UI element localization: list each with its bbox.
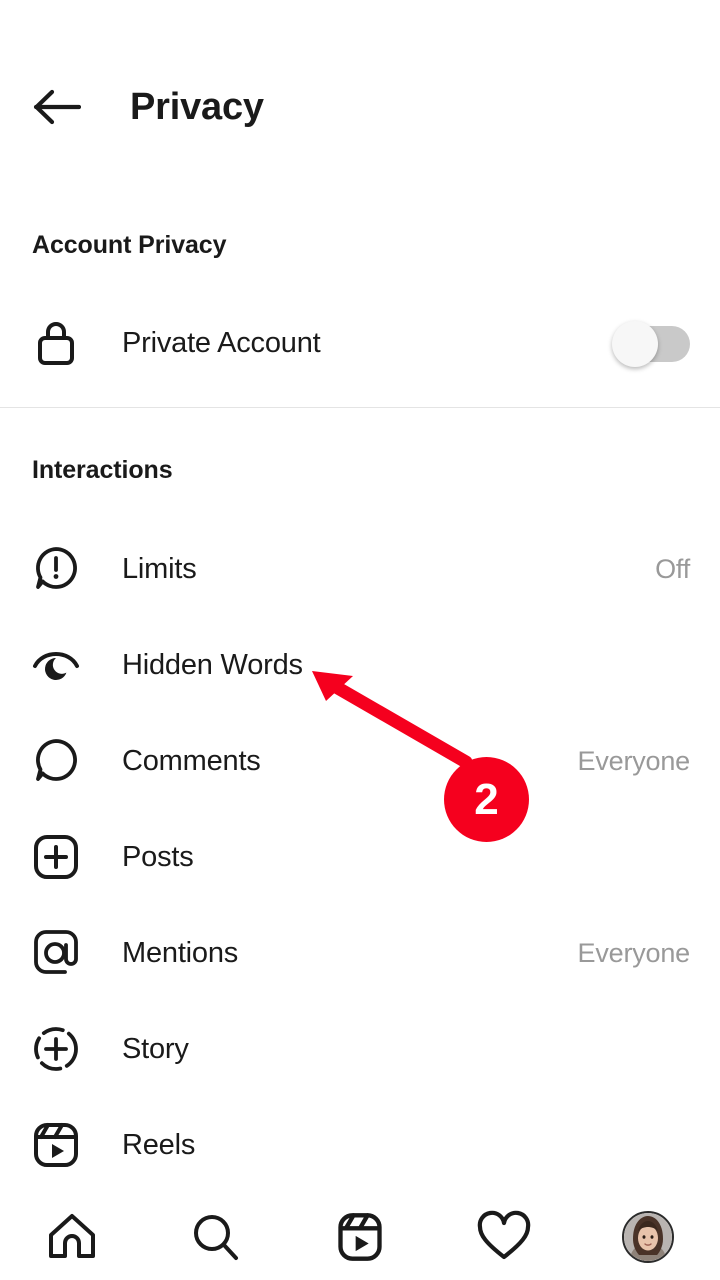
nav-search-button[interactable] — [144, 1194, 288, 1280]
nav-home-button[interactable] — [0, 1194, 144, 1280]
back-button[interactable] — [22, 72, 92, 142]
nav-profile-button[interactable] — [576, 1194, 720, 1280]
row-label: Hidden Words — [122, 648, 303, 681]
row-label: Comments — [122, 744, 261, 777]
section-divider — [0, 407, 720, 408]
row-private-account[interactable]: Private Account — [0, 306, 720, 380]
row-hidden-words[interactable]: Hidden Words — [0, 628, 720, 702]
row-posts[interactable]: Posts — [0, 820, 720, 894]
privacy-settings-screen: Privacy Account Privacy Private Account … — [0, 0, 720, 1280]
lock-icon — [28, 319, 84, 367]
exclamation-bubble-icon — [28, 544, 84, 594]
reels-icon — [28, 1121, 84, 1169]
row-label: Posts — [122, 840, 194, 873]
row-value: Everyone — [577, 745, 691, 776]
section-title-interactions: Interactions — [32, 456, 173, 484]
arrow-left-icon — [33, 89, 81, 125]
at-sign-icon — [28, 928, 84, 978]
comment-bubble-icon — [28, 736, 84, 786]
avatar-image — [624, 1213, 672, 1261]
header: Privacy — [0, 72, 720, 142]
row-reels[interactable]: Reels — [0, 1108, 720, 1182]
page-title: Privacy — [130, 85, 264, 128]
row-mentions[interactable]: Mentions Everyone — [0, 916, 720, 990]
row-story[interactable]: Story — [0, 1012, 720, 1086]
nav-reels-button[interactable] — [288, 1194, 432, 1280]
annotation-step-number: 2 — [474, 774, 499, 824]
plus-square-icon — [28, 833, 84, 881]
private-account-toggle[interactable] — [612, 321, 690, 367]
annotation-step-badge: 2 — [444, 757, 529, 842]
row-label: Private Account — [122, 326, 321, 359]
row-label: Mentions — [122, 936, 239, 969]
bottom-navigation-bar — [0, 1194, 720, 1280]
reels-icon — [338, 1213, 382, 1261]
eye-hidden-icon — [28, 644, 84, 686]
row-label: Story — [122, 1032, 189, 1065]
toggle-knob — [612, 321, 658, 367]
row-value: Off — [655, 553, 690, 584]
avatar — [622, 1211, 674, 1263]
row-value: Everyone — [577, 937, 691, 968]
nav-activity-button[interactable] — [432, 1194, 576, 1280]
search-icon — [194, 1215, 238, 1260]
heart-icon — [477, 1210, 531, 1260]
row-label: Reels — [122, 1128, 196, 1161]
row-label: Limits — [122, 552, 197, 585]
story-plus-icon — [28, 1024, 84, 1074]
section-title-account-privacy: Account Privacy — [32, 231, 227, 259]
row-comments[interactable]: Comments Everyone — [0, 724, 720, 798]
home-icon — [49, 1214, 95, 1258]
row-limits[interactable]: Limits Off — [0, 532, 720, 606]
